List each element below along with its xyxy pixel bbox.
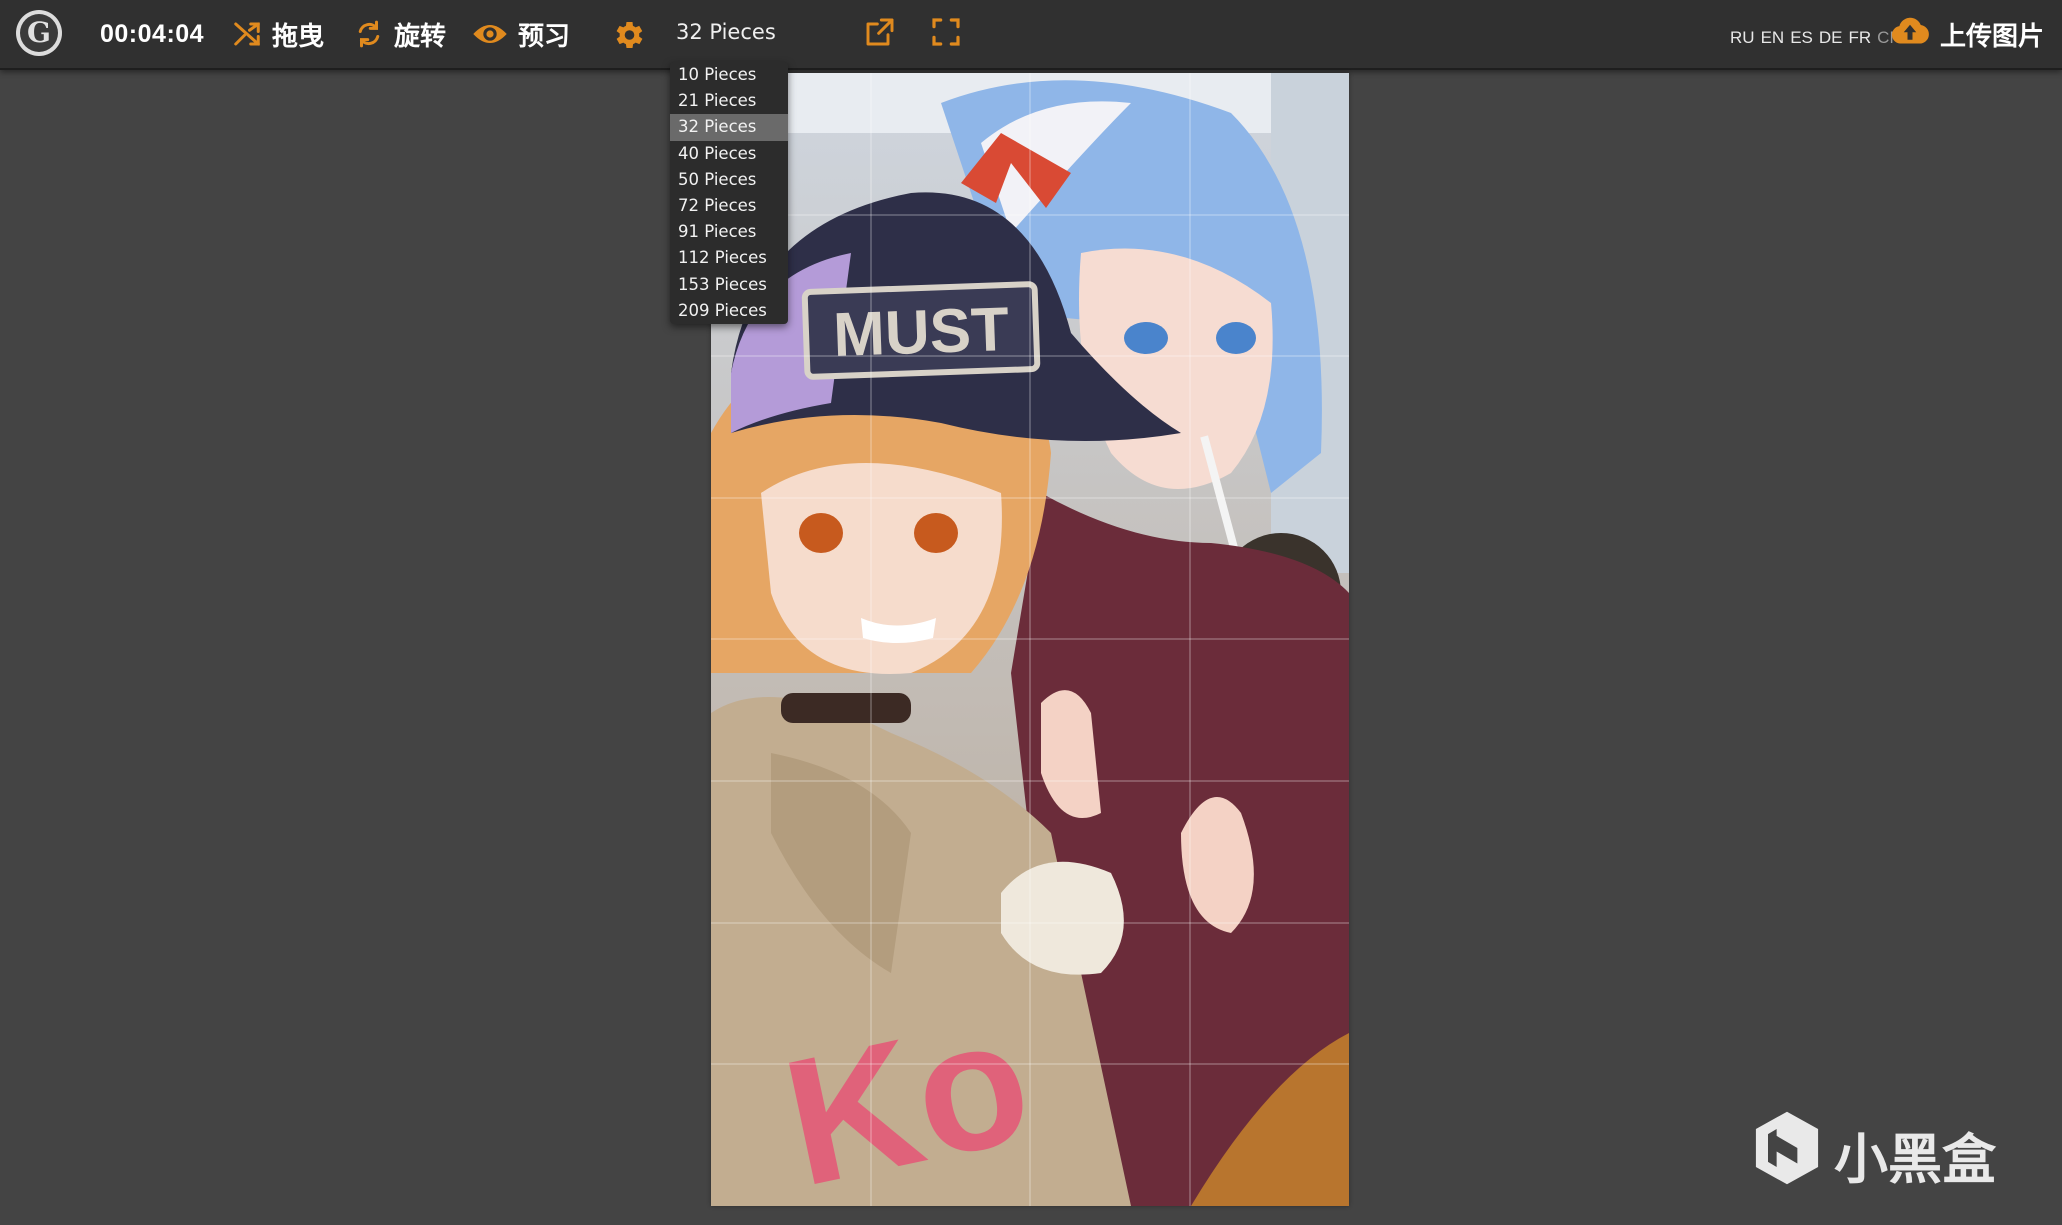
- lang-de[interactable]: DE: [1819, 28, 1843, 48]
- watermark: 小黑盒: [1752, 1110, 1996, 1199]
- pieces-option-21[interactable]: 21 Pieces: [670, 88, 788, 114]
- heybox-logo-icon: [1752, 1110, 1822, 1199]
- lang-en[interactable]: EN: [1761, 28, 1785, 48]
- fullscreen-button[interactable]: [930, 16, 962, 52]
- lang-es[interactable]: ES: [1790, 28, 1813, 48]
- gear-icon: [610, 21, 646, 57]
- rotate-icon: [354, 19, 384, 49]
- fullscreen-icon: [930, 18, 962, 52]
- shuffle-icon: [232, 19, 262, 49]
- shuffle-label: 拖曳: [272, 21, 325, 52]
- cloud-upload-icon: [1890, 16, 1930, 53]
- pieces-option-10[interactable]: 10 Pieces: [670, 62, 788, 88]
- eye-icon: [472, 19, 508, 49]
- pieces-option-32[interactable]: 32 Pieces: [670, 114, 788, 141]
- open-external-button[interactable]: [864, 16, 896, 52]
- pieces-option-153[interactable]: 153 Pieces: [670, 272, 788, 298]
- preview-button[interactable]: 预习: [472, 16, 570, 52]
- pieces-option-209[interactable]: 209 Pieces: [670, 298, 788, 324]
- settings-button[interactable]: [610, 17, 646, 57]
- lang-ru[interactable]: RU: [1730, 28, 1755, 48]
- timer: 00:04:04: [100, 20, 205, 48]
- pieces-option-112[interactable]: 112 Pieces: [670, 245, 788, 271]
- pieces-option-50[interactable]: 50 Pieces: [670, 167, 788, 193]
- lang-fr[interactable]: FR: [1849, 28, 1872, 48]
- logo-icon[interactable]: G: [16, 10, 62, 56]
- preview-label: 预习: [518, 21, 571, 52]
- shuffle-button[interactable]: 拖曳: [232, 16, 324, 52]
- cap-text: MUST: [832, 295, 1010, 370]
- rotate-button[interactable]: 旋转: [354, 16, 446, 52]
- top-toolbar: G 00:04:04 拖曳 旋转 预习 32 Pieces RU EN ES D…: [0, 0, 2062, 70]
- puzzle-image: MUST Ko: [711, 73, 1349, 1206]
- pieces-option-40[interactable]: 40 Pieces: [670, 141, 788, 167]
- pieces-select[interactable]: 32 Pieces: [676, 20, 776, 44]
- language-switcher: RU EN ES DE FR CN: [1730, 28, 1902, 48]
- external-link-icon: [864, 18, 896, 52]
- puzzle-board[interactable]: MUST Ko: [711, 73, 1349, 1206]
- upload-label: 上传图片: [1940, 22, 2045, 52]
- pieces-dropdown: 10 Pieces 21 Pieces 32 Pieces 40 Pieces …: [670, 62, 788, 324]
- rotate-label: 旋转: [394, 21, 447, 52]
- pieces-option-72[interactable]: 72 Pieces: [670, 193, 788, 219]
- watermark-text: 小黑盒: [1834, 1128, 1996, 1191]
- pieces-option-91[interactable]: 91 Pieces: [670, 219, 788, 245]
- upload-image-button[interactable]: 上传图片: [1890, 16, 2044, 53]
